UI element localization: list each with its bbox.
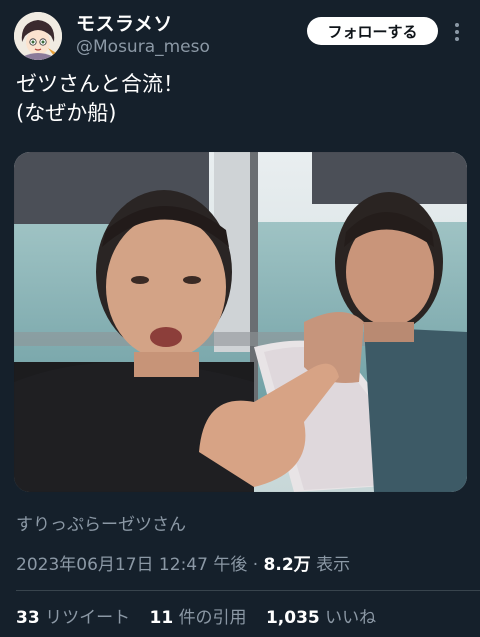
like-label: いいね bbox=[325, 608, 377, 628]
view-count-label: 表示 bbox=[316, 555, 351, 575]
source-label[interactable]: すりっぷらーゼツさん bbox=[16, 510, 186, 535]
view-count: 8.2万 bbox=[263, 555, 311, 575]
tweet-photo[interactable] bbox=[14, 152, 467, 492]
engagement-stats: 33 リツイート 11 件の引用 1,035 いいね bbox=[16, 603, 390, 628]
more-options-icon[interactable] bbox=[450, 20, 464, 44]
photo-two-men-on-boat bbox=[14, 152, 467, 492]
retweet-count: 33 bbox=[16, 608, 40, 628]
avatar[interactable] bbox=[14, 12, 62, 60]
tweet-text: ゼツさんと合流！ (なぜか船) bbox=[16, 72, 184, 125]
follow-button[interactable]: フォローする bbox=[307, 17, 438, 45]
divider bbox=[16, 590, 480, 591]
author-display-name[interactable]: モスラメソ bbox=[76, 9, 173, 36]
author-handle[interactable]: @Mosura_meso bbox=[76, 37, 210, 57]
quote-count: 11 bbox=[149, 608, 174, 628]
retweet-label: リツイート bbox=[45, 608, 131, 628]
like-count: 1,035 bbox=[265, 608, 320, 628]
quote-label: 件の引用 bbox=[178, 608, 247, 628]
tweet-detail: モスラメソ @Mosura_meso フォローする ゼツさんと合流！ (なぜか船… bbox=[0, 0, 480, 637]
separator-dot: · bbox=[252, 555, 259, 575]
retweets-stat[interactable]: 33 リツイート bbox=[16, 608, 135, 628]
likes-stat[interactable]: 1,035 いいね bbox=[266, 608, 376, 628]
quotes-stat[interactable]: 11 件の引用 bbox=[149, 608, 251, 628]
timestamp-line: 2023年06月17日 12:47 午後 · 8.2万 表示 bbox=[16, 550, 350, 575]
timestamp[interactable]: 2023年06月17日 12:47 午後 bbox=[16, 555, 247, 575]
avatar-illustration bbox=[14, 12, 62, 60]
